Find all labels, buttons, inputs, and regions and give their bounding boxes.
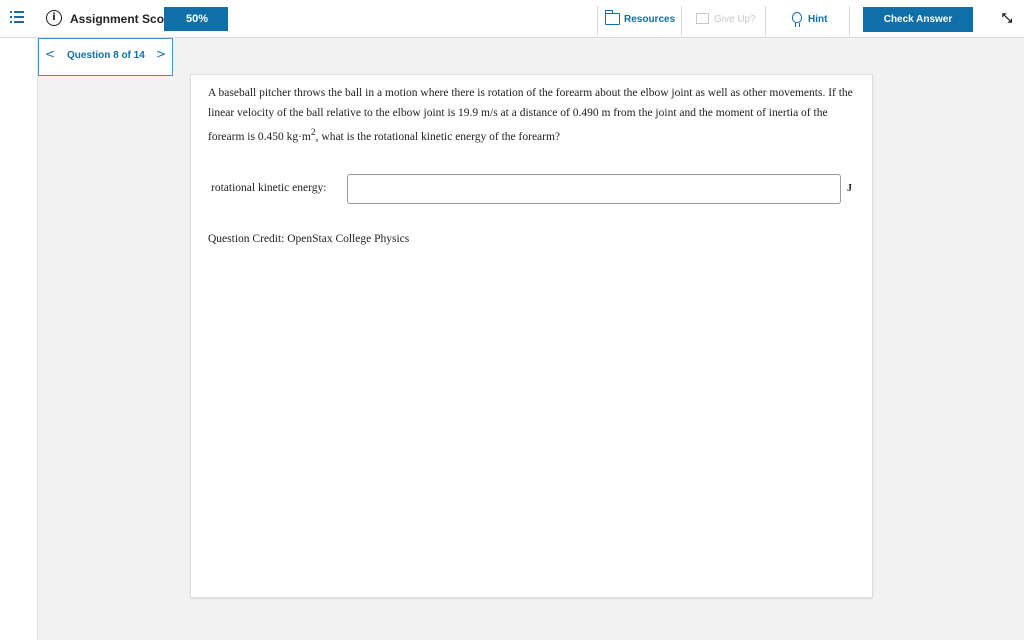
check-answer-button[interactable]: Check Answer — [863, 7, 973, 32]
next-question-button[interactable]: > — [154, 47, 168, 63]
top-toolbar: i Assignment Score: 50% Resources Give U… — [0, 0, 1024, 38]
question-text: A baseball pitcher throws the ball in a … — [208, 83, 858, 147]
toolbar-divider — [681, 6, 682, 36]
give-up-button: Give Up? — [684, 6, 764, 36]
question-position-label[interactable]: Question 8 of 14 — [67, 50, 145, 61]
left-sidebar — [0, 38, 38, 640]
hint-label: Hint — [808, 14, 828, 25]
resources-label: Resources — [624, 14, 676, 25]
answer-label: rotational kinetic energy: — [211, 182, 327, 194]
collapse-icon[interactable]: ⤡ — [998, 10, 1016, 28]
question-navigator: < Question 8 of 14 > — [38, 38, 173, 76]
hint-button[interactable]: Hint — [766, 6, 848, 36]
rotational-kinetic-energy-input[interactable] — [347, 174, 841, 204]
resources-button[interactable]: Resources — [598, 6, 680, 36]
flag-icon — [696, 13, 709, 24]
folder-icon — [604, 10, 620, 25]
give-up-label: Give Up? — [714, 14, 756, 25]
menu-list-icon[interactable] — [10, 11, 24, 25]
info-icon[interactable]: i — [46, 10, 62, 26]
question-text-end: , what is the rotational kinetic energy … — [315, 130, 561, 143]
assignment-score-label: Assignment Score: — [70, 12, 180, 26]
answer-unit: J — [847, 183, 852, 194]
question-panel: A baseball pitcher throws the ball in a … — [190, 74, 873, 598]
assignment-score-badge: 50% — [164, 7, 228, 31]
lightbulb-icon — [792, 12, 802, 27]
previous-question-button[interactable]: < — [43, 47, 57, 63]
toolbar-divider — [849, 6, 850, 36]
question-credit: Question Credit: OpenStax College Physic… — [208, 233, 410, 245]
